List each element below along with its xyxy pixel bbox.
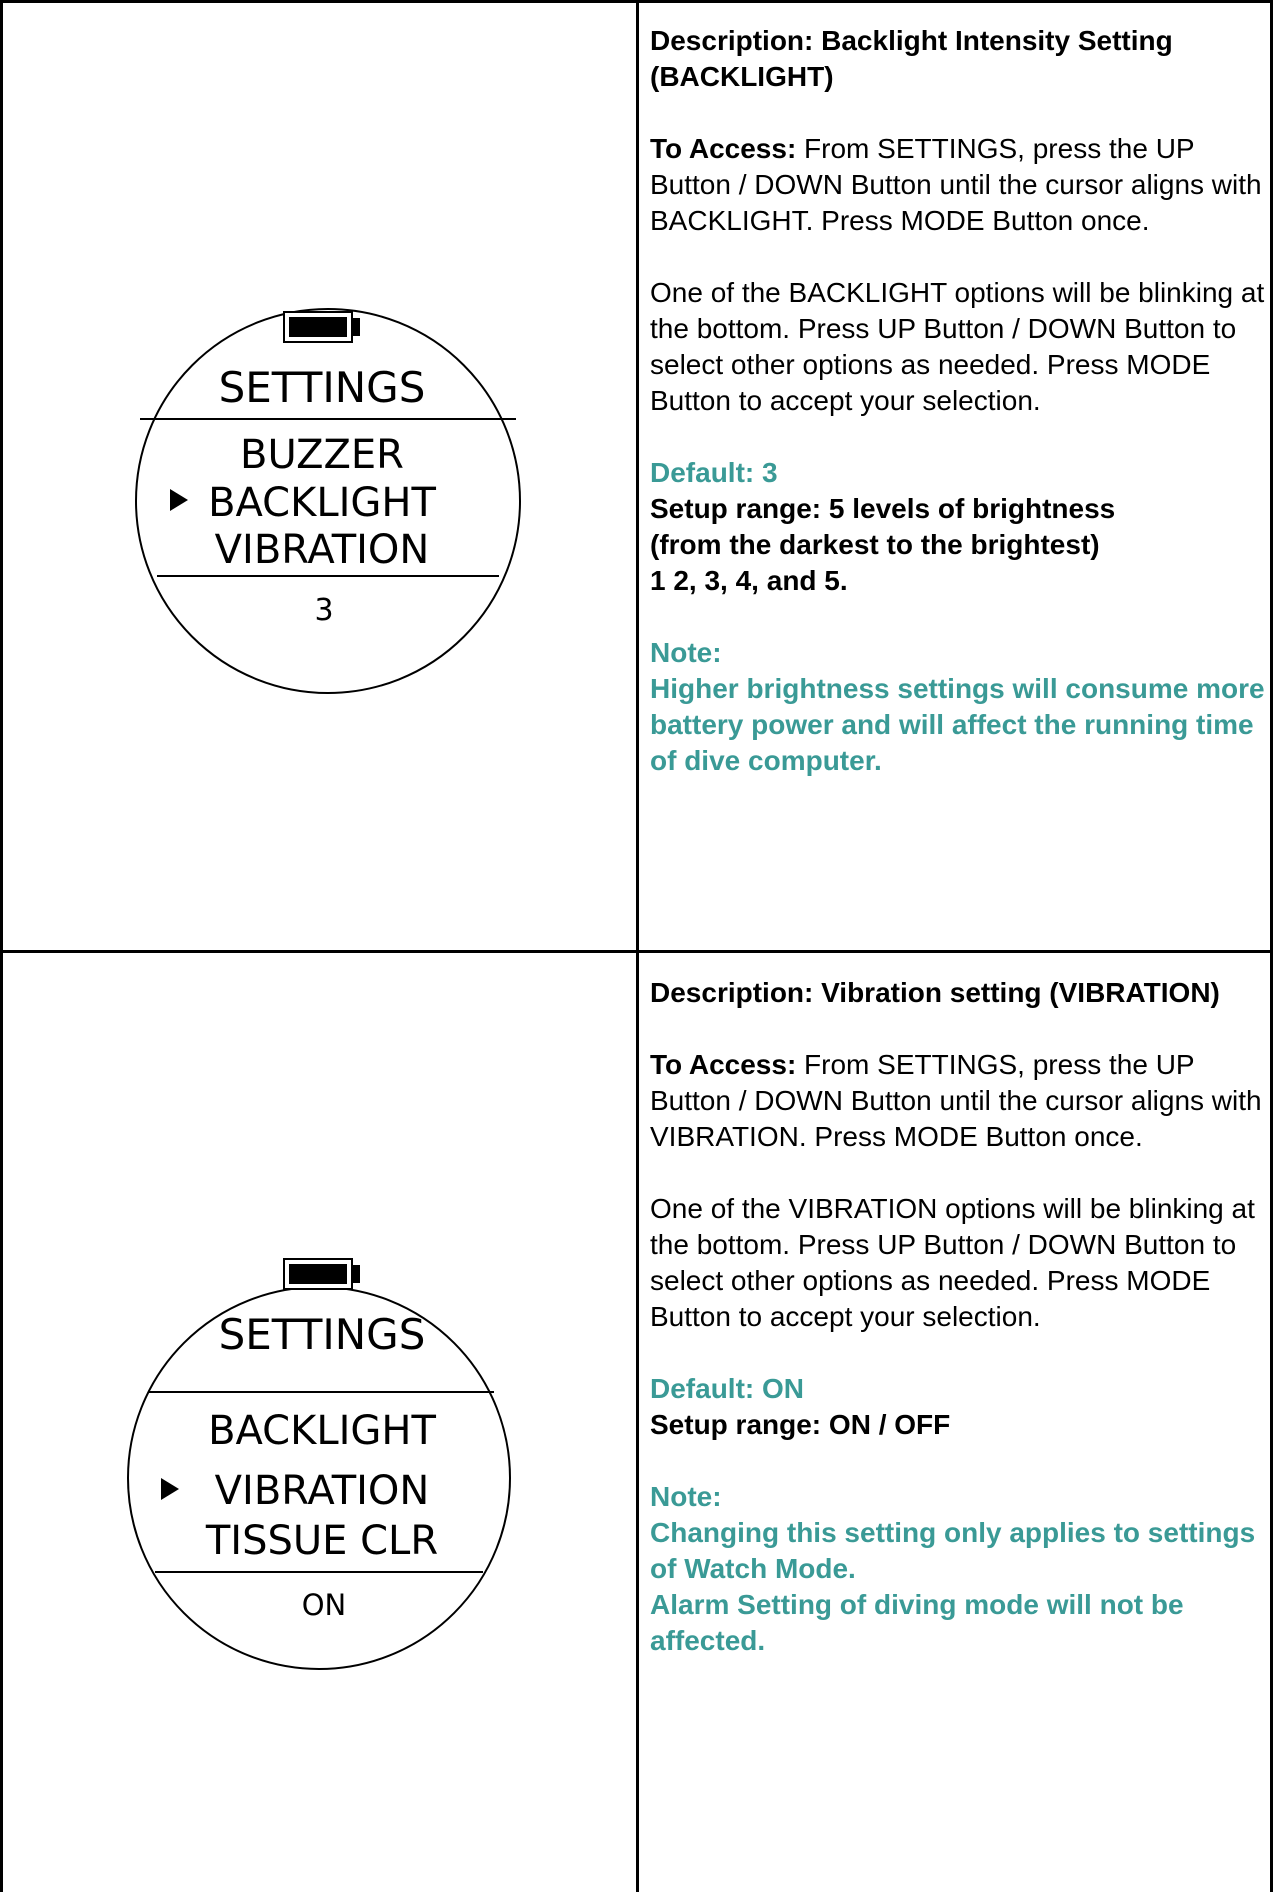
note-text: Changing this setting only applies to se… [650,1517,1256,1584]
note-text: Alarm Setting of diving mode will not be… [650,1589,1184,1656]
display-item-2: VIBRATION [215,1468,430,1514]
note-block: Note: Higher brightness settings will co… [650,635,1268,779]
display-value: 3 [314,593,333,628]
description-text: Description: Vibration setting (VIBRATIO… [650,975,1268,1695]
range-line: Setup range: ON / OFF [650,1409,951,1440]
range-line: 1 2, 3, 4, and 5. [650,565,848,596]
range-line: (from the darkest to the brightest) [650,529,1100,560]
default-value: Default: ON [650,1373,804,1404]
display-header: SETTINGS [219,363,426,412]
battery-icon [283,311,360,343]
access-paragraph: To Access: From SETTINGS, press the UP B… [650,131,1268,239]
section-title: Description: Vibration setting (VIBRATIO… [650,977,1220,1008]
watch-display-diagram: SETTINGS BUZZER BACKLIGHT VIBRATION 3 [0,0,638,952]
section-title: Description: Backlight Intensity Setting… [650,25,1173,92]
access-label: To Access: [650,133,797,164]
note-label: Note: [650,637,722,668]
default-value: Default: 3 [650,457,778,488]
cursor-arrow-icon [170,489,188,511]
range-line: Setup range: 5 levels of brightness [650,493,1116,524]
cursor-arrow-icon [161,1478,179,1500]
instructions-paragraph: One of the BACKLIGHT options will be bli… [650,277,1265,416]
display-item-1: BACKLIGHT [208,1408,436,1454]
access-label: To Access: [650,1049,797,1080]
defaults-block: Default: ON Setup range: ON / OFF [650,1371,1268,1443]
display-header: SETTINGS [219,1310,426,1359]
description-text: Description: Backlight Intensity Setting… [650,23,1268,815]
display-item-3: VIBRATION [215,527,430,573]
defaults-block: Default: 3 Setup range: 5 levels of brig… [650,455,1268,599]
display-value: ON [302,1588,347,1622]
display-item-3: TISSUE CLR [205,1518,438,1564]
document-table: SETTINGS BUZZER BACKLIGHT VIBRATION 3 De… [0,0,1273,1892]
access-paragraph: To Access: From SETTINGS, press the UP B… [650,1047,1268,1155]
note-text: Higher brightness settings will consume … [650,673,1265,776]
display-item-1: BUZZER [240,432,404,478]
note-block: Note: Changing this setting only applies… [650,1479,1268,1659]
display-item-2: BACKLIGHT [208,480,436,526]
watch-display-diagram: SETTINGS BACKLIGHT VIBRATION TISSUE CLR … [0,952,638,1892]
section-backlight: SETTINGS BUZZER BACKLIGHT VIBRATION 3 De… [0,0,1273,952]
instructions-paragraph: One of the VIBRATION options will be bli… [650,1193,1255,1332]
section-vibration: SETTINGS BACKLIGHT VIBRATION TISSUE CLR … [0,952,1273,1892]
battery-icon [283,1258,360,1290]
note-label: Note: [650,1481,722,1512]
